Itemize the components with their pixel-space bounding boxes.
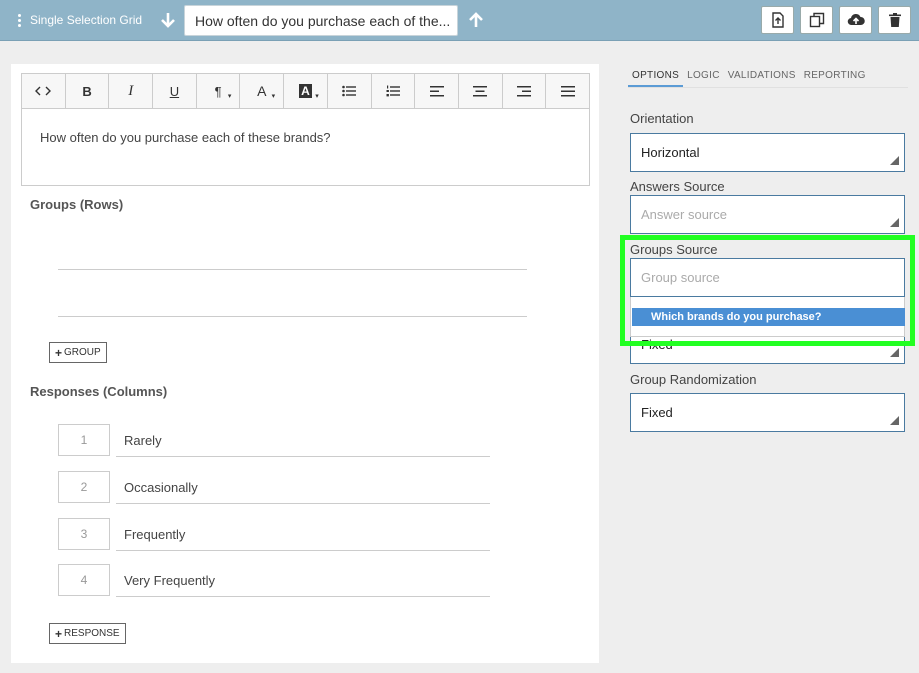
resize-corner-icon	[890, 348, 899, 357]
answers-source-placeholder: Answer source	[641, 207, 727, 222]
groups-source-label: Groups Source	[630, 242, 718, 257]
arrow-down-icon	[161, 13, 175, 28]
align-center-icon	[473, 85, 488, 96]
arrow-up-icon	[469, 12, 483, 27]
groups-label: Groups (Rows)	[30, 197, 124, 212]
response-code-input[interactable]: 2	[58, 471, 110, 503]
answers-source-select[interactable]: Answer source	[630, 195, 905, 234]
code-view-button[interactable]	[22, 74, 66, 108]
plus-icon: +	[55, 345, 63, 360]
save-cloud-button[interactable]	[839, 6, 872, 34]
vertical-dots-icon	[14, 13, 24, 27]
bullet-list-button[interactable]	[328, 74, 372, 108]
orientation-label: Orientation	[630, 111, 694, 126]
text-color-button[interactable]: A ▾	[240, 74, 285, 108]
bold-icon: B	[82, 83, 92, 99]
tab-logic[interactable]: LOGIC	[683, 68, 724, 87]
question-type-label: Single Selection Grid	[30, 13, 143, 27]
italic-icon: I	[128, 82, 134, 99]
export-button[interactable]	[761, 6, 794, 34]
numbered-list-button[interactable]	[372, 74, 416, 108]
tab-reporting[interactable]: REPORTING	[800, 68, 870, 87]
tab-options[interactable]: OPTIONS	[628, 68, 684, 87]
copy-icon	[809, 12, 824, 28]
rich-text-toolbar: B I U ¶ ▾ A ▾ A ▾	[21, 73, 590, 109]
plus-icon: +	[55, 626, 63, 641]
response-text-input[interactable]: Very Frequently	[116, 564, 490, 597]
randomization-value: Fixed	[641, 337, 673, 352]
export-icon	[771, 12, 784, 28]
align-right-icon	[516, 85, 531, 96]
editor-card: B I U ¶ ▾ A ▾ A ▾ How often do you purchase…	[11, 64, 599, 663]
justify-button[interactable]	[546, 74, 589, 108]
bullet-list-icon	[342, 85, 357, 97]
paragraph-icon: ¶	[214, 83, 222, 99]
question-title-field[interactable]: How often do you purchase each of the...	[184, 5, 458, 36]
group-row-input[interactable]	[58, 316, 527, 317]
align-center-button[interactable]	[459, 74, 503, 108]
answers-source-label: Answers Source	[630, 179, 725, 194]
response-row: 1 Rarely	[58, 424, 490, 457]
response-text-input[interactable]: Frequently	[116, 518, 490, 551]
orientation-value: Horizontal	[641, 145, 700, 160]
trash-icon	[888, 13, 901, 27]
groups-source-select[interactable]: Group source	[630, 258, 905, 297]
question-text-editor[interactable]: How often do you purchase each of these …	[21, 108, 590, 186]
underline-icon: U	[169, 83, 180, 99]
caret-down-icon: ▾	[315, 93, 319, 100]
move-down-button[interactable]	[158, 10, 178, 30]
tab-validations[interactable]: VALIDATIONS	[724, 68, 800, 87]
add-response-label: RESPONSE	[64, 628, 120, 639]
question-type-menu[interactable]: Single Selection Grid	[14, 11, 142, 29]
align-left-button[interactable]	[415, 74, 459, 108]
background-color-icon: A	[299, 84, 312, 98]
copy-button[interactable]	[800, 6, 833, 34]
response-text-input[interactable]: Rarely	[116, 424, 490, 457]
justify-icon	[560, 85, 575, 96]
groups-source-dropdown: Which brands do you purchase?	[630, 297, 905, 337]
bold-button[interactable]: B	[66, 74, 110, 108]
resize-corner-icon	[890, 156, 899, 165]
group-row-input[interactable]	[58, 269, 527, 270]
caret-down-icon: ▾	[227, 93, 232, 100]
orientation-select[interactable]: Horizontal	[630, 133, 905, 172]
group-randomization-select[interactable]: Fixed	[630, 393, 905, 432]
response-code-input[interactable]: 3	[58, 518, 110, 550]
move-up-button[interactable]	[466, 10, 486, 30]
response-row: 3 Frequently	[58, 518, 490, 551]
add-group-button[interactable]: + GROUP	[49, 342, 107, 363]
code-icon	[35, 86, 52, 96]
settings-tabs: OPTIONS LOGIC VALIDATIONS REPORTING	[628, 68, 908, 88]
group-randomization-label: Group Randomization	[630, 372, 757, 387]
response-row: 2 Occasionally	[58, 471, 490, 504]
cloud-upload-icon	[847, 13, 865, 26]
underline-button[interactable]: U	[153, 74, 197, 108]
response-code-input[interactable]: 1	[58, 424, 110, 456]
align-right-button[interactable]	[503, 74, 547, 108]
numbered-list-icon	[386, 85, 400, 97]
resize-corner-icon	[890, 416, 899, 425]
italic-button[interactable]: I	[109, 74, 154, 108]
paragraph-button[interactable]: ¶ ▾	[197, 74, 241, 108]
groups-source-placeholder: Group source	[641, 270, 720, 285]
group-randomization-value: Fixed	[641, 405, 673, 420]
add-response-button[interactable]: + RESPONSE	[49, 623, 126, 644]
delete-button[interactable]	[878, 6, 911, 34]
top-bar: Single Selection Grid How often do you p…	[0, 0, 919, 41]
responses-label: Responses (Columns)	[30, 384, 168, 399]
response-row: 4 Very Frequently	[58, 564, 490, 597]
text-color-icon: A	[257, 83, 267, 99]
background-color-button[interactable]: A ▾	[284, 74, 328, 108]
response-code-input[interactable]: 4	[58, 564, 110, 596]
align-left-icon	[429, 85, 444, 96]
response-text-input[interactable]: Occasionally	[116, 471, 490, 504]
resize-corner-icon	[890, 218, 899, 227]
add-group-label: GROUP	[64, 347, 101, 358]
caret-down-icon: ▾	[271, 93, 276, 100]
dropdown-option[interactable]: Which brands do you purchase?	[632, 308, 905, 326]
